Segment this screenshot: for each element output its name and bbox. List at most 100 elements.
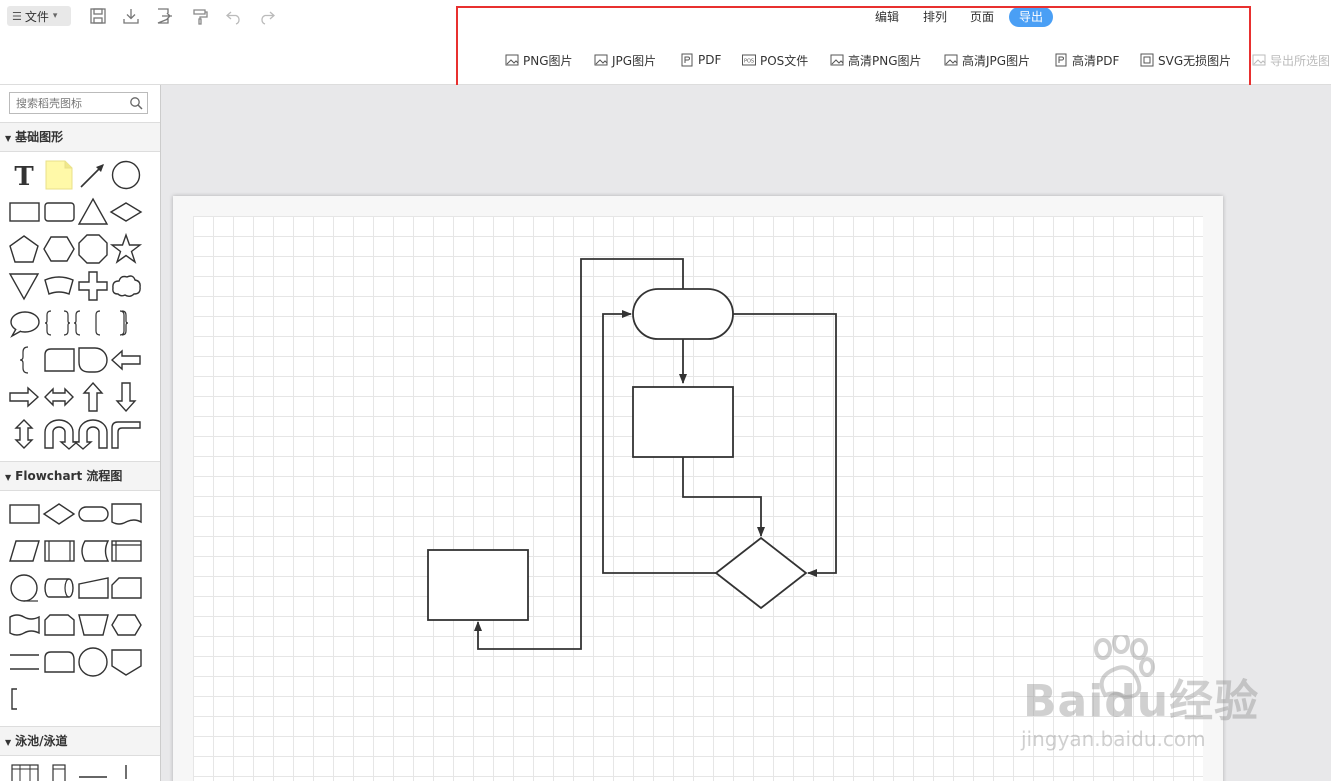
flow-paper-tape[interactable] bbox=[8, 609, 40, 641]
shape-arrow-right[interactable] bbox=[8, 381, 40, 413]
flow-manual-operation[interactable] bbox=[77, 609, 109, 641]
category-label: Flowchart 流程图 bbox=[15, 469, 123, 483]
format-painter-icon[interactable] bbox=[191, 7, 209, 25]
drawing-canvas[interactable] bbox=[161, 85, 1331, 781]
shape-arrow-left[interactable] bbox=[110, 344, 142, 376]
swimlane-separator-v[interactable] bbox=[110, 763, 142, 781]
download-icon[interactable] bbox=[122, 7, 140, 25]
export-pdf-label: PDF bbox=[698, 53, 722, 67]
flow-delay[interactable] bbox=[43, 646, 75, 678]
flow-parallel-mode[interactable] bbox=[8, 646, 40, 678]
export-hd-jpg-button[interactable]: 高清JPG图片 bbox=[944, 52, 1030, 68]
shape-delay[interactable] bbox=[77, 344, 109, 376]
tab-page[interactable]: 页面 bbox=[970, 7, 994, 27]
flow-predefined-process[interactable] bbox=[43, 535, 75, 567]
chevron-down-icon: ▾ bbox=[52, 11, 58, 21]
file-menu-label: 文件 bbox=[24, 9, 49, 24]
flow-loop-limit[interactable] bbox=[43, 609, 75, 641]
flow-manual-input[interactable] bbox=[77, 572, 109, 604]
image-icon bbox=[594, 54, 608, 66]
shape-circle[interactable] bbox=[110, 159, 142, 191]
shape-arrow-double[interactable] bbox=[43, 381, 75, 413]
export-png-button[interactable]: PNG图片 bbox=[505, 52, 573, 68]
flow-node-process[interactable] bbox=[632, 386, 734, 458]
shape-brace-pair[interactable] bbox=[60, 307, 92, 339]
shape-octagon[interactable] bbox=[77, 233, 109, 265]
export-hd-pdf-button[interactable]: 高清PDF bbox=[1054, 52, 1119, 68]
undo-icon[interactable] bbox=[225, 7, 243, 25]
export-ribbon: PNG图片 JPG图片 PDF POS POS文件 高清PNG图片 高清JPG图… bbox=[0, 34, 1331, 85]
swimlane-pool-horizontal[interactable] bbox=[8, 763, 40, 781]
flow-off-page-connector[interactable] bbox=[110, 646, 142, 678]
save-icon[interactable] bbox=[89, 7, 107, 25]
swimlane-lane[interactable] bbox=[43, 763, 75, 781]
shape-star[interactable] bbox=[109, 232, 143, 265]
shape-diamond[interactable] bbox=[109, 196, 143, 228]
export-pos-label: POS文件 bbox=[760, 53, 809, 68]
shape-hexagon[interactable] bbox=[43, 233, 75, 265]
shape-trapezoid-arc[interactable] bbox=[43, 270, 75, 302]
shape-rounded-rectangle[interactable] bbox=[43, 196, 75, 228]
flow-annotation[interactable] bbox=[8, 683, 40, 715]
flow-internal-storage[interactable] bbox=[110, 535, 142, 567]
caret-down-icon: ▼ bbox=[5, 134, 12, 143]
flow-preparation[interactable] bbox=[110, 609, 142, 641]
category-swimlane[interactable]: ▼ 泳池/泳道 bbox=[0, 726, 160, 756]
flow-direct-data[interactable] bbox=[43, 572, 75, 604]
export-hd-png-button[interactable]: 高清PNG图片 bbox=[830, 52, 922, 68]
tab-arrange[interactable]: 排列 bbox=[923, 7, 947, 27]
shape-pentagon[interactable] bbox=[8, 233, 40, 265]
flow-stored-data[interactable] bbox=[77, 535, 110, 567]
export-selection-label: 导出所选图 bbox=[1270, 53, 1331, 68]
shape-cross[interactable] bbox=[77, 270, 109, 302]
tab-edit[interactable]: 编辑 bbox=[875, 7, 899, 27]
flow-decision[interactable] bbox=[42, 498, 76, 530]
export-pdf-button[interactable]: PDF bbox=[680, 52, 721, 68]
shape-curly-left[interactable] bbox=[8, 344, 40, 376]
swimlane-separator-h[interactable] bbox=[77, 763, 109, 781]
export-hd-png-label: 高清PNG图片 bbox=[848, 53, 922, 68]
flow-process[interactable] bbox=[8, 498, 40, 530]
shape-arrow-up[interactable] bbox=[77, 381, 109, 413]
svg-text:POS: POS bbox=[744, 59, 754, 65]
shape-inverted-triangle[interactable] bbox=[8, 270, 40, 302]
category-flowchart[interactable]: ▼ Flowchart 流程图 bbox=[0, 461, 160, 491]
flow-card[interactable] bbox=[110, 572, 142, 604]
shape-corner-arrow[interactable] bbox=[110, 418, 142, 450]
file-menu-button[interactable]: ☰ 文件 ▾ bbox=[7, 6, 71, 26]
svg-text:T: T bbox=[14, 162, 34, 192]
flow-terminator[interactable] bbox=[77, 498, 109, 530]
shape-rectangle[interactable] bbox=[8, 196, 40, 228]
shape-search-input[interactable] bbox=[16, 94, 126, 112]
export-selection-button[interactable]: 导出所选图 bbox=[1252, 52, 1330, 68]
import-icon[interactable] bbox=[156, 7, 174, 25]
caret-down-icon: ▼ bbox=[5, 473, 12, 482]
flow-node-left-box[interactable] bbox=[427, 549, 529, 621]
shape-cloud[interactable] bbox=[110, 270, 142, 302]
flow-document[interactable] bbox=[110, 498, 142, 530]
shape-text[interactable]: T bbox=[8, 159, 40, 192]
tab-export[interactable]: 导出 bbox=[1009, 7, 1054, 27]
shape-arrow-line[interactable] bbox=[77, 159, 109, 191]
export-svg-button[interactable]: SVG无损图片 bbox=[1140, 52, 1231, 68]
shape-note[interactable] bbox=[43, 159, 75, 191]
flow-connector[interactable] bbox=[77, 646, 109, 678]
shape-u-turn-arrow-2[interactable] bbox=[73, 418, 109, 450]
shape-arrow-vertical-double[interactable] bbox=[8, 418, 40, 450]
redo-icon[interactable] bbox=[258, 7, 276, 25]
shape-u-turn-arrow[interactable] bbox=[43, 418, 79, 450]
shape-arrow-down[interactable] bbox=[110, 381, 142, 413]
flow-data[interactable] bbox=[8, 535, 40, 567]
export-png-label: PNG图片 bbox=[523, 53, 573, 68]
shape-speech-bubble[interactable] bbox=[8, 307, 40, 339]
search-icon[interactable] bbox=[129, 96, 143, 110]
shape-manual-input[interactable] bbox=[43, 344, 75, 376]
category-basic-shapes[interactable]: ▼ 基础图形 bbox=[0, 122, 160, 152]
flow-sequential-data[interactable] bbox=[8, 572, 40, 604]
flow-node-terminator[interactable] bbox=[632, 288, 734, 340]
shape-triangle[interactable] bbox=[77, 196, 109, 228]
shape-brace-right[interactable] bbox=[110, 307, 142, 339]
svg-file-icon bbox=[1140, 53, 1154, 67]
export-pos-button[interactable]: POS POS文件 bbox=[742, 52, 808, 68]
export-jpg-button[interactable]: JPG图片 bbox=[594, 52, 656, 68]
